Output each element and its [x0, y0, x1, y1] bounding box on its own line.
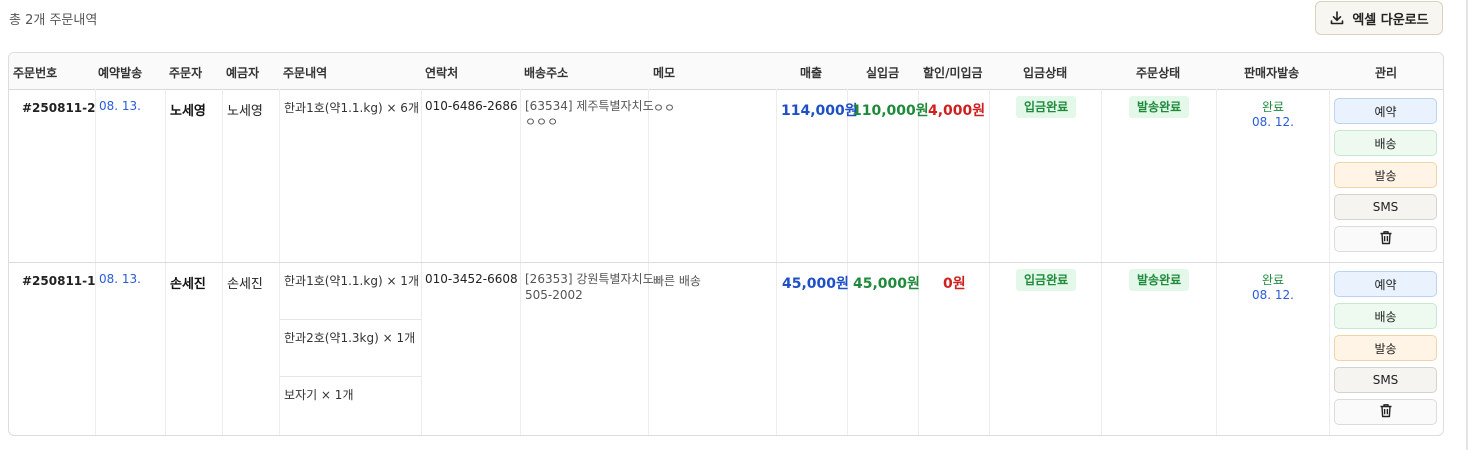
excel-download-label: 엑셀 다운로드 [1352, 12, 1429, 28]
col-paid[interactable]: 실입금 [866, 64, 899, 81]
table-header: 주문번호 예약발송 주문자 예금자 주문내역 연락처 배송주소 메모 매출 실입… [9, 53, 1443, 90]
orderer-name: 노세영 [170, 104, 206, 119]
order-status-badge: 발송완료 [1129, 96, 1190, 118]
seller-status: 완료 [1261, 100, 1285, 114]
address-line-1: [63534] 제주특별자치도 [525, 99, 654, 113]
sales-amount: 45,000원 [782, 276, 849, 292]
col-manage[interactable]: 관리 [1375, 64, 1397, 81]
reserve-button[interactable]: 예약 [1334, 271, 1437, 297]
row-divider [9, 262, 1443, 263]
col-orderer[interactable]: 주문자 [169, 64, 202, 81]
total-count: 총 2개 주문내역 [9, 13, 98, 28]
paid-amount: 45,000원 [853, 276, 920, 292]
col-payment-status[interactable]: 입금상태 [1023, 64, 1067, 81]
col-address[interactable]: 배송주소 [524, 64, 568, 81]
order-number[interactable]: #250811-2 [22, 101, 107, 115]
delete-button[interactable] [1334, 226, 1437, 252]
col-memo[interactable]: 메모 [653, 64, 675, 81]
depositor-name: 노세영 [227, 104, 263, 119]
reservation-date: 08. 13. [99, 99, 141, 113]
memo: 빠른 배송 [653, 274, 701, 288]
trash-icon [1379, 230, 1393, 248]
sms-button[interactable]: SMS [1334, 194, 1437, 220]
seller-date: 08. 12. [1252, 288, 1294, 302]
orderer-name: 손세진 [170, 277, 206, 292]
order-status-badge: 발송완료 [1129, 269, 1190, 291]
payment-status-badge: 입금완료 [1016, 269, 1077, 291]
depositor-name: 손세진 [227, 277, 263, 292]
seller-date: 08. 12. [1252, 115, 1294, 129]
sms-button[interactable]: SMS [1334, 367, 1437, 393]
col-items[interactable]: 주문내역 [283, 64, 327, 81]
dispatch-button[interactable]: 발송 [1334, 335, 1437, 361]
excel-download-button[interactable]: 엑셀 다운로드 [1315, 1, 1443, 35]
col-depositor[interactable]: 예금자 [226, 64, 259, 81]
reservation-date: 08. 13. [99, 272, 141, 286]
phone-number: 010-3452-6608 [425, 272, 518, 286]
discount-amount: 4,000원 [928, 103, 986, 119]
col-phone[interactable]: 연락처 [425, 64, 458, 81]
paid-amount: 110,000원 [852, 103, 929, 119]
ship-button[interactable]: 배송 [1334, 130, 1437, 156]
toolbar: 총 2개 주문내역 엑셀 다운로드 [0, 0, 1470, 40]
trash-icon [1379, 403, 1393, 421]
payment-status-badge: 입금완료 [1016, 96, 1077, 118]
address-line-2: 505-2002 [525, 288, 583, 302]
col-reservation[interactable]: 예약발송 [98, 64, 142, 81]
ship-button[interactable]: 배송 [1334, 303, 1437, 329]
col-discount[interactable]: 할인/미입금 [923, 64, 983, 81]
col-order-no[interactable]: 주문번호 [13, 64, 57, 81]
order-item: 한과1호(약1.1.kg) × 6개 [284, 101, 419, 115]
download-icon [1329, 10, 1345, 26]
phone-number: 010-6486-2686 [425, 99, 518, 113]
col-seller-dispatch[interactable]: 판매자발송 [1244, 64, 1299, 81]
discount-amount: 0원 [943, 276, 966, 292]
dispatch-button[interactable]: 발송 [1334, 162, 1437, 188]
address-line-1: [26353] 강원특별자치도 [525, 272, 654, 286]
sales-amount: 114,000원 [781, 103, 858, 119]
item-divider [279, 319, 421, 320]
item-divider [279, 376, 421, 377]
orders-table: 주문번호 예약발송 주문자 예금자 주문내역 연락처 배송주소 메모 매출 실입… [8, 52, 1444, 436]
order-number[interactable]: #250811-1 [22, 274, 107, 288]
memo: ㅇㅇ [653, 101, 676, 115]
order-item: 보자기 × 1개 [284, 388, 354, 402]
delete-button[interactable] [1334, 399, 1437, 425]
col-order-status[interactable]: 주문상태 [1136, 64, 1180, 81]
order-item: 한과2호(약1.3kg) × 1개 [284, 331, 416, 345]
seller-status: 완료 [1261, 273, 1285, 287]
order-item: 한과1호(약1.1.kg) × 1개 [284, 274, 419, 288]
col-sales[interactable]: 매출 [800, 64, 822, 81]
address-line-2: ㅇㅇㅇ [525, 115, 559, 129]
reserve-button[interactable]: 예약 [1334, 98, 1437, 124]
page-scrollbar-edge [1466, 0, 1468, 450]
